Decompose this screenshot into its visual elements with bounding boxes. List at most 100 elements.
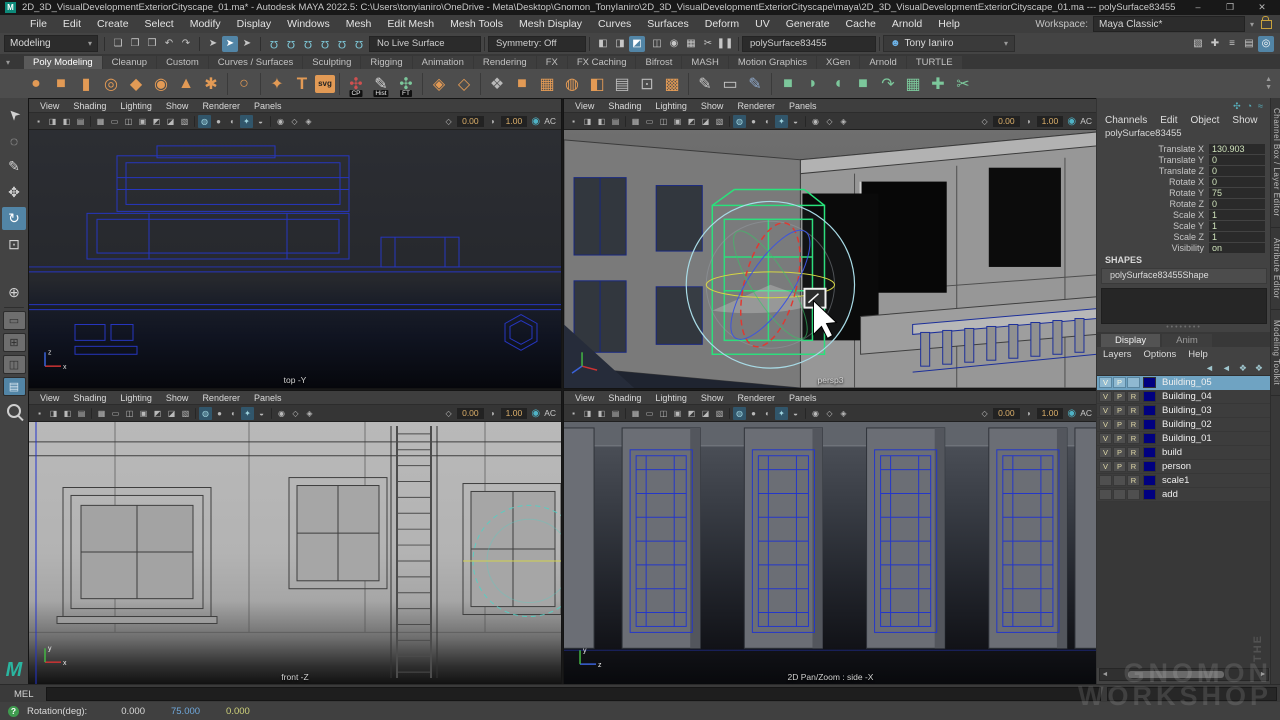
cut-faces-icon[interactable]: ✂ xyxy=(951,72,975,96)
multi-cut-grid-icon[interactable]: ▦ xyxy=(901,72,925,96)
layer-playback-toggle[interactable]: P xyxy=(1113,447,1126,458)
vp-camera-attributes-icon[interactable]: ◨ xyxy=(46,115,59,128)
vp-separator[interactable] xyxy=(805,116,806,127)
attribute-editor-toggle-icon[interactable]: ▤ xyxy=(1241,36,1257,52)
last-tool-slot[interactable]: ⊕ xyxy=(2,281,26,304)
snap-grid-icon[interactable]: Ω xyxy=(266,36,282,52)
vp-plugin-shading-icon[interactable]: ◈ xyxy=(837,115,850,128)
vp-isolate-select-icon[interactable]: ◉ xyxy=(274,115,287,128)
construction-history-icon[interactable]: ◩ xyxy=(629,36,645,52)
layer-display-type-toggle[interactable] xyxy=(1127,377,1140,388)
vp-lights-icon[interactable]: ✦ xyxy=(775,115,788,128)
boolean-cube-icon[interactable]: ■ xyxy=(851,72,875,96)
layer-visibility-toggle[interactable]: V xyxy=(1099,461,1112,472)
vp-wireframe-icon[interactable]: ◍ xyxy=(733,115,746,128)
layer-visibility-toggle[interactable]: V xyxy=(1099,433,1112,444)
poly-sphere-icon[interactable]: ● xyxy=(24,72,48,96)
layer-editor-tab[interactable]: Anim xyxy=(1162,334,1212,347)
vp-wireframe-icon[interactable]: ◍ xyxy=(199,407,212,420)
vp-film-gate-icon[interactable]: ▭ xyxy=(109,407,122,420)
outputs-icon[interactable]: ◨ xyxy=(612,36,628,52)
layer-color-swatch[interactable] xyxy=(1143,447,1156,458)
attribute-value[interactable]: 1 xyxy=(1209,221,1265,231)
type-tool-icon[interactable]: T xyxy=(290,72,314,96)
gamma-field[interactable]: 1.00 xyxy=(501,116,528,127)
viewport-menu-item[interactable]: View xyxy=(568,101,601,111)
pause-viewport-icon[interactable]: ❚❚ xyxy=(717,36,733,52)
select-component-icon[interactable]: ➤ xyxy=(239,36,255,52)
layer-color-swatch[interactable] xyxy=(1143,489,1156,500)
ac-toggle[interactable]: AC xyxy=(544,408,558,418)
create-curve-icon[interactable]: ✎ xyxy=(693,72,717,96)
menu-item[interactable]: Mesh Tools xyxy=(442,18,511,30)
vp-safe-title-icon[interactable]: ▧ xyxy=(713,115,726,128)
poly-super-shape-icon[interactable]: ✱ xyxy=(199,72,223,96)
shelf-tab[interactable]: Custom xyxy=(157,56,208,69)
vp-wireframe-icon[interactable]: ◍ xyxy=(733,407,746,420)
layer-row[interactable]: V P R Building_03 xyxy=(1097,404,1271,418)
gamma-field[interactable]: 1.00 xyxy=(501,408,528,419)
target-weld-icon[interactable]: ✚ xyxy=(926,72,950,96)
layer-visibility-toggle[interactable]: V xyxy=(1099,447,1112,458)
command-language-toggle[interactable]: MEL xyxy=(14,689,40,700)
vp-grid-icon[interactable]: ▦ xyxy=(629,407,642,420)
layer-row[interactable]: V P R Building_04 xyxy=(1097,390,1271,404)
viewport-menu-item[interactable]: Shading xyxy=(66,101,113,111)
user-account-dropdown[interactable]: ☻ Tony Ianiro ▾ xyxy=(883,35,1015,52)
layer-color-swatch[interactable] xyxy=(1143,419,1156,430)
layer-color-swatch[interactable] xyxy=(1143,461,1156,472)
top-view-canvas[interactable]: xz top -Y xyxy=(29,130,561,388)
poly-plane-icon[interactable]: ◆ xyxy=(124,72,148,96)
vp-gate-mask-icon[interactable]: ▣ xyxy=(671,115,684,128)
snap-view-plane-icon[interactable]: Ω xyxy=(334,36,350,52)
layer-row[interactable]: V P Building_05 xyxy=(1097,376,1271,390)
viewport-menu-item[interactable]: Lighting xyxy=(113,101,159,111)
rotate-tool[interactable]: ↻ xyxy=(2,207,26,230)
exposure-field[interactable]: 0.00 xyxy=(993,408,1020,419)
layer-scrollbar[interactable]: ◄ ► xyxy=(1099,668,1269,681)
layer-editor-menu[interactable]: Layers xyxy=(1103,349,1144,360)
menu-item[interactable]: Edit xyxy=(55,18,89,30)
viewport-menu-item[interactable]: Shading xyxy=(601,393,648,403)
attribute-value[interactable]: on xyxy=(1209,243,1265,253)
reduce-icon[interactable]: ▦ xyxy=(535,72,559,96)
vp-textured-icon[interactable]: ◐ xyxy=(761,115,774,128)
vp-isolate-select-icon[interactable]: ◉ xyxy=(275,407,288,420)
sidebar-vertical-tab[interactable]: Channel Box / Layer Editor xyxy=(1271,98,1280,228)
character-controls-toggle-icon[interactable]: ✚ xyxy=(1207,36,1223,52)
separate-icon[interactable]: ◇ xyxy=(452,72,476,96)
layer-playback-toggle[interactable]: P xyxy=(1113,433,1126,444)
wrap-sphere-icon[interactable]: ▩ xyxy=(660,72,684,96)
layer-display-type-toggle[interactable] xyxy=(1127,489,1140,500)
separator[interactable] xyxy=(260,73,261,95)
layout-outliner-persp-button[interactable]: ▤ xyxy=(3,377,26,396)
make-live-icon[interactable]: Ω xyxy=(351,36,367,52)
lattice-icon[interactable]: ⊡ xyxy=(635,72,659,96)
layer-row[interactable]: V P R Building_01 xyxy=(1097,432,1271,446)
layer-playback-toggle[interactable]: P xyxy=(1113,391,1126,402)
scrollbar-thumb[interactable] xyxy=(1128,671,1224,678)
shelf-tab[interactable]: Motion Graphics xyxy=(729,56,816,69)
undo-icon[interactable]: ↶ xyxy=(161,36,177,52)
move-tool[interactable]: ✥ xyxy=(2,181,26,204)
lasso-select-tool[interactable]: ◌ xyxy=(2,129,26,152)
new-scene-icon[interactable]: ❏ xyxy=(110,36,126,52)
rotation-value[interactable]: 0.000 xyxy=(226,706,250,717)
layer-row[interactable]: V P R person xyxy=(1097,460,1271,474)
viewport-menu-item[interactable]: View xyxy=(568,393,601,403)
shelf-tab[interactable]: Rendering xyxy=(474,56,536,69)
poly-cube-icon[interactable]: ■ xyxy=(49,72,73,96)
vp-lights-icon[interactable]: ✦ xyxy=(775,407,788,420)
side-view-canvas[interactable]: zy 2D Pan/Zoom : side -X xyxy=(564,422,1097,685)
vp-shaded-icon[interactable]: ● xyxy=(212,115,225,128)
layer-row[interactable]: add xyxy=(1097,488,1271,502)
layer-playback-toggle[interactable]: P xyxy=(1113,377,1126,388)
open-scene-icon[interactable]: ❐ xyxy=(127,36,143,52)
separator[interactable] xyxy=(480,73,481,95)
viewport-menu-item[interactable]: Show xyxy=(694,101,731,111)
layer-visibility-toggle[interactable]: V xyxy=(1099,405,1112,416)
sphere-wire-icon[interactable]: ◍ xyxy=(560,72,584,96)
vp-center-pivot-icon[interactable]: ▪ xyxy=(567,115,580,128)
svg-tool-icon[interactable]: svg xyxy=(315,75,335,93)
vp-bookmarks-icon[interactable]: ◧ xyxy=(60,115,73,128)
